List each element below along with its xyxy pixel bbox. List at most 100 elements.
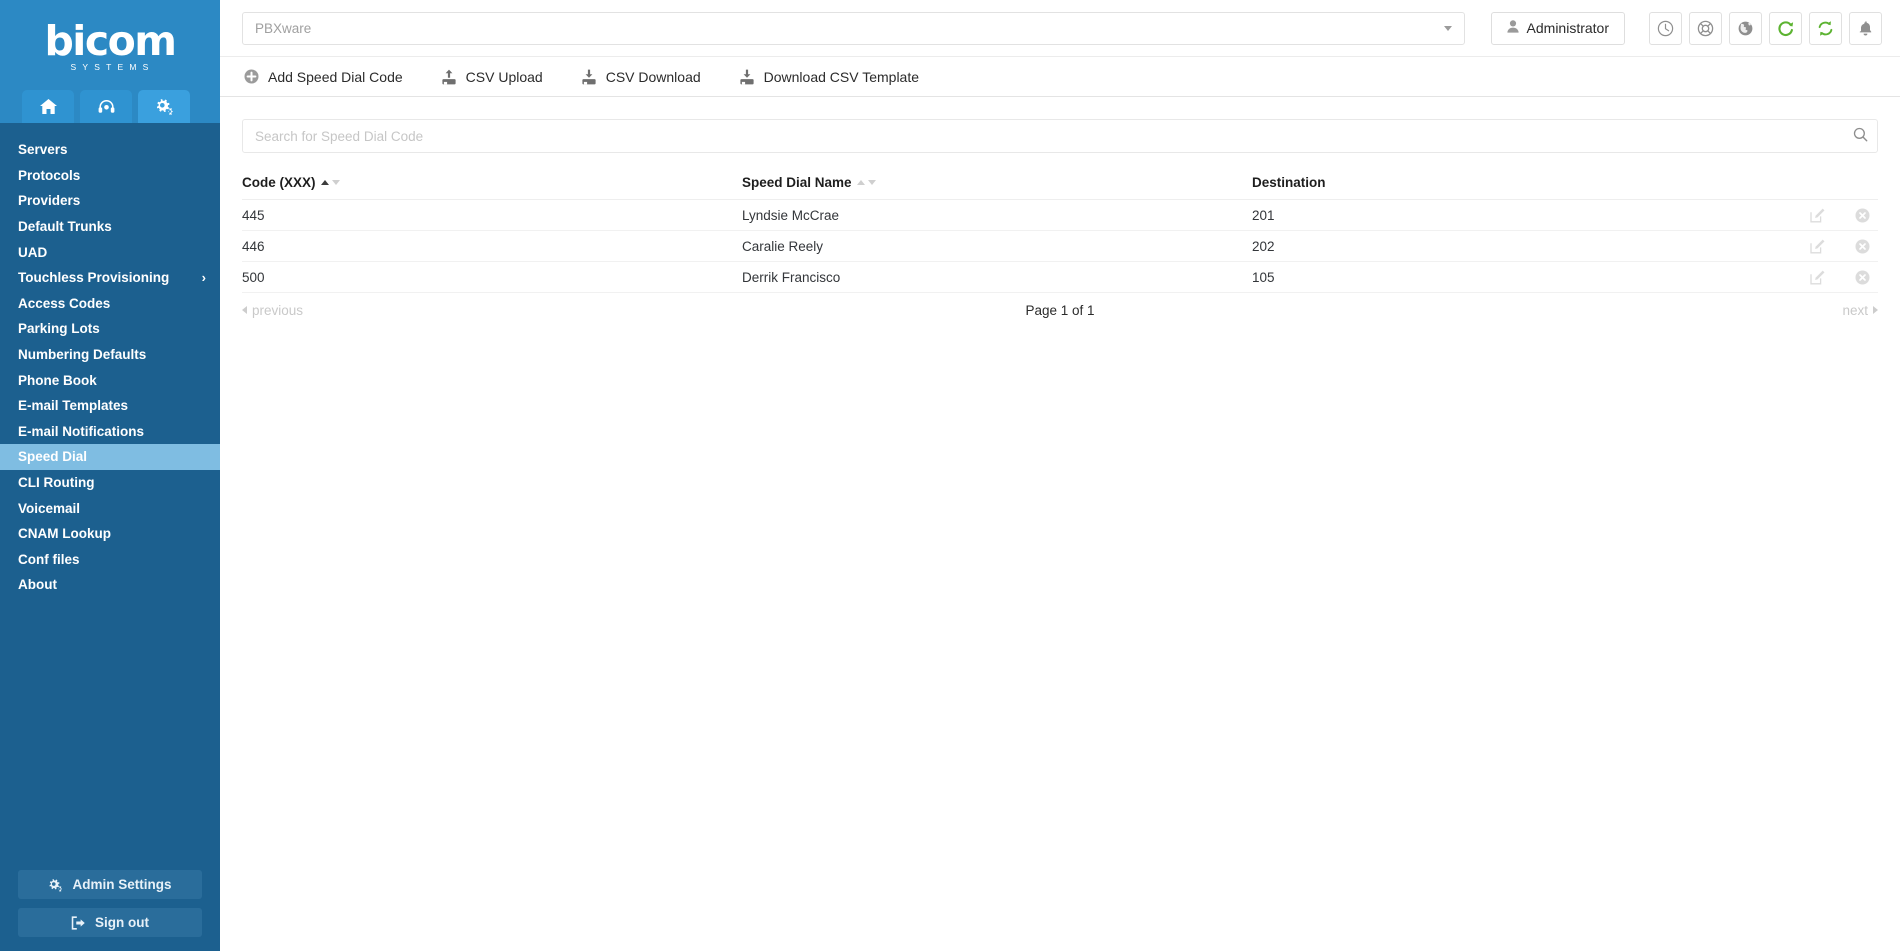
sidebar-item-email-templates[interactable]: E-mail Templates <box>0 393 220 419</box>
sidebar-item-access-codes[interactable]: Access Codes <box>0 291 220 317</box>
sidebar-item-label: Speed Dial <box>18 449 88 465</box>
support-icon-button[interactable] <box>1689 11 1722 45</box>
column-header-code[interactable]: Code (XXX) <box>242 175 742 200</box>
edit-icon <box>1810 270 1825 285</box>
admin-settings-label: Admin Settings <box>72 877 172 892</box>
sidebar-item-uad[interactable]: UAD <box>0 239 220 265</box>
reload-icon-button[interactable] <box>1769 11 1802 45</box>
add-speed-dial-code-label: Add Speed Dial Code <box>268 68 403 85</box>
search-bar <box>242 119 1878 153</box>
sidebar-item-label: E-mail Notifications <box>18 423 145 439</box>
csv-upload-label: CSV Upload <box>465 68 543 85</box>
sidebar-item-protocols[interactable]: Protocols <box>0 163 220 189</box>
delete-icon <box>1855 270 1870 285</box>
sidebar-item-label: UAD <box>18 244 48 260</box>
globe-icon <box>1737 20 1754 37</box>
delete-row-button[interactable] <box>1855 208 1870 223</box>
sync-icon-button[interactable] <box>1809 11 1842 45</box>
sort-descending-icon[interactable] <box>867 180 876 185</box>
sidebar-item-label: E-mail Templates <box>18 398 129 414</box>
delete-icon <box>1855 208 1870 223</box>
user-menu-button[interactable]: Administrator <box>1490 11 1625 45</box>
previous-page-button[interactable]: previous <box>242 303 303 318</box>
sidebar-item-providers[interactable]: Providers <box>0 188 220 214</box>
chevron-down-icon <box>1443 25 1452 31</box>
column-header-destination: Destination <box>1252 175 1760 200</box>
sign-out-label: Sign out <box>95 915 149 930</box>
upload-icon <box>441 69 457 85</box>
sort-ascending-icon[interactable] <box>320 180 329 185</box>
table-row[interactable]: 445 Lyndsie McCrae 201 <box>242 199 1878 231</box>
download-icon <box>581 69 597 85</box>
sidebar-item-voicemail[interactable]: Voicemail <box>0 495 220 521</box>
search-section <box>242 97 1878 153</box>
globe-icon-button[interactable] <box>1729 11 1762 45</box>
csv-upload-button[interactable]: CSV Upload <box>441 69 543 85</box>
search-input[interactable] <box>243 120 1843 152</box>
action-toolbar: Add Speed Dial Code CSV Upload CSV Downl… <box>220 56 1900 97</box>
sidebar-item-label: Touchless Provisioning <box>18 270 170 286</box>
sidebar-item-parking-lots[interactable]: Parking Lots <box>0 316 220 342</box>
edit-row-button[interactable] <box>1810 208 1825 223</box>
logo: bicom SYSTEMS <box>44 16 177 72</box>
previous-page-label: previous <box>252 302 304 318</box>
sidebar-item-label: Protocols <box>18 167 81 183</box>
column-header-speed-dial-name-label: Speed Dial Name <box>742 175 852 190</box>
next-page-button[interactable]: next <box>1842 303 1878 318</box>
sidebar-item-cli-routing[interactable]: CLI Routing <box>0 470 220 496</box>
edit-row-button[interactable] <box>1810 239 1825 254</box>
search-button[interactable] <box>1843 120 1877 152</box>
sidebar-item-speed-dial[interactable]: Speed Dial <box>0 444 220 470</box>
sidebar-item-cnam-lookup[interactable]: CNAM Lookup <box>0 521 220 547</box>
edit-row-button[interactable] <box>1810 270 1825 285</box>
sidebar-item-label: CLI Routing <box>18 475 95 491</box>
admin-settings-button[interactable]: Admin Settings <box>18 870 202 899</box>
sidebar-item-servers[interactable]: Servers <box>0 137 220 163</box>
sidebar-item-email-notifications[interactable]: E-mail Notifications <box>0 419 220 445</box>
download-csv-template-label: Download CSV Template <box>763 68 920 85</box>
cell-actions <box>1760 261 1878 293</box>
clock-icon-button[interactable] <box>1649 11 1682 45</box>
server-select[interactable]: PBXware <box>242 11 1465 45</box>
add-speed-dial-code-button[interactable]: Add Speed Dial Code <box>244 69 403 85</box>
pagination: previous Page 1 of 1 next <box>242 293 1878 327</box>
csv-download-label: CSV Download <box>605 68 701 85</box>
cell-speed-dial-name: Derrik Francisco <box>742 261 1252 293</box>
tab-home[interactable] <box>22 90 74 123</box>
sidebar-item-default-trunks[interactable]: Default Trunks <box>0 214 220 240</box>
sidebar-item-numbering-defaults[interactable]: Numbering Defaults <box>0 342 220 368</box>
sidebar-item-label: Phone Book <box>18 372 97 388</box>
sidebar-item-phone-book[interactable]: Phone Book <box>0 367 220 393</box>
logo-wordmark: bicom <box>44 16 177 65</box>
sidebar-item-label: Conf files <box>18 551 80 567</box>
sidebar-item-touchless-provisioning[interactable]: Touchless Provisioning › <box>0 265 220 291</box>
server-select-value: PBXware <box>255 20 312 36</box>
download-icon <box>739 69 755 85</box>
table-row[interactable]: 500 Derrik Francisco 105 <box>242 261 1878 293</box>
sign-out-icon <box>71 915 86 930</box>
sidebar-item-label: Default Trunks <box>18 219 112 235</box>
sidebar-item-label: Numbering Defaults <box>18 347 147 363</box>
table-row[interactable]: 446 Caralie Reely 202 <box>242 230 1878 262</box>
sort-descending-icon[interactable] <box>331 180 340 185</box>
delete-icon <box>1855 239 1870 254</box>
sidebar-item-about[interactable]: About <box>0 572 220 598</box>
tab-settings[interactable] <box>138 90 190 123</box>
speed-dial-table: Code (XXX) Speed Dial Name Destination 4… <box>242 175 1878 293</box>
cell-actions <box>1760 230 1878 262</box>
sort-ascending-icon[interactable] <box>856 180 865 185</box>
column-header-speed-dial-name[interactable]: Speed Dial Name <box>742 175 1252 200</box>
delete-row-button[interactable] <box>1855 270 1870 285</box>
bell-icon <box>1857 20 1874 37</box>
gears-icon <box>155 98 174 115</box>
download-csv-template-button[interactable]: Download CSV Template <box>739 69 919 85</box>
sort-controls-code <box>320 180 340 185</box>
headset-icon <box>98 99 115 115</box>
csv-download-button[interactable]: CSV Download <box>581 69 701 85</box>
notifications-button[interactable] <box>1849 11 1882 45</box>
sidebar-item-conf-files[interactable]: Conf files <box>0 547 220 573</box>
chevron-right-icon: › <box>201 270 206 286</box>
sign-out-button[interactable]: Sign out <box>18 908 202 937</box>
delete-row-button[interactable] <box>1855 239 1870 254</box>
tab-support[interactable] <box>80 90 132 123</box>
